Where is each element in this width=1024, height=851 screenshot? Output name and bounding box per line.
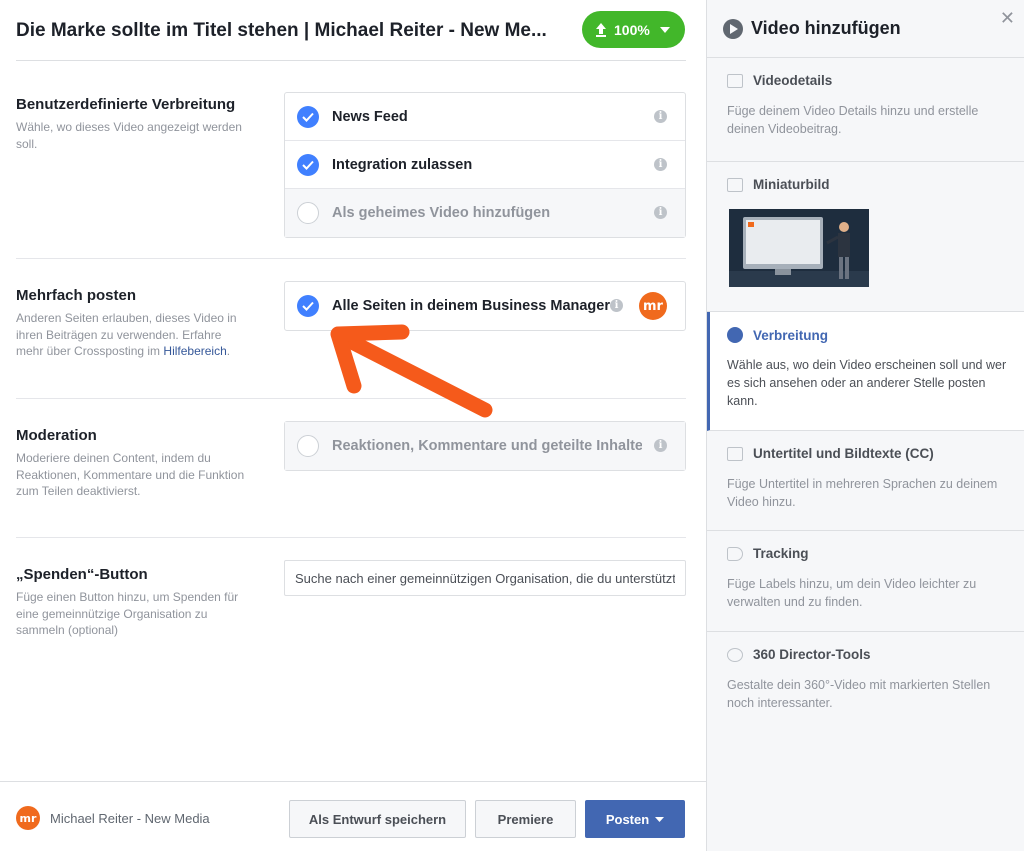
footer-bar: mr Michael Reiter - New Media Als Entwur…: [0, 781, 706, 851]
section-title: Moderation: [16, 427, 97, 444]
moderation-options: Reaktionen, Kommentare und geteilte Inha…: [284, 421, 686, 471]
closed-caption-icon: [727, 446, 743, 461]
step-head: Miniaturbild: [727, 177, 830, 192]
info-icon[interactable]: i: [610, 299, 623, 312]
info-icon[interactable]: i: [654, 110, 667, 123]
step-distribution[interactable]: Verbreitung Wähle aus, wo dein Video ers…: [707, 312, 1024, 431]
option-disable-reactions[interactable]: Reaktionen, Kommentare und geteilte Inha…: [285, 422, 685, 470]
globe-icon: [727, 647, 743, 662]
distribution-icon: [727, 327, 743, 343]
details-icon: [727, 73, 743, 88]
sidebar-header: Video hinzufügen ✕: [707, 0, 1024, 58]
annotation-arrow-icon: [330, 324, 493, 418]
step-head: Tracking: [727, 546, 809, 561]
option-news-feed[interactable]: News Feed i: [285, 93, 685, 141]
section-desc: Füge einen Button hinzu, um Spenden für …: [16, 590, 239, 637]
step-subtitles[interactable]: Untertitel und Bildtexte (CC) Füge Unter…: [707, 431, 1024, 531]
option-label: Alle Seiten in deinem Business Manager: [332, 298, 610, 314]
step-head: Verbreitung: [727, 327, 828, 343]
step-title: Verbreitung: [753, 327, 829, 343]
post-button[interactable]: Posten: [585, 800, 685, 838]
step-desc: Füge deinem Video Details hinzu und erst…: [727, 104, 979, 136]
step-head: 360 Director-Tools: [727, 647, 871, 662]
step-desc: Füge Labels hinzu, um dein Video leichte…: [727, 577, 977, 609]
upload-percent: 100%: [614, 21, 650, 38]
post-label: Posten: [605, 811, 650, 827]
page-avatar: mr: [16, 806, 40, 830]
main-panel: Die Marke sollte im Titel stehen | Micha…: [0, 0, 706, 851]
option-label: Reaktionen, Kommentare und geteilte Inha…: [332, 438, 642, 454]
section-donate: „Spenden“-Button Füge einen Button hinzu…: [16, 538, 686, 718]
step-thumbnail[interactable]: Miniaturbild: [707, 162, 1024, 312]
checkmark-icon[interactable]: [297, 105, 319, 128]
info-icon[interactable]: i: [654, 158, 667, 171]
tag-icon: [727, 546, 743, 561]
option-label: Integration zulassen: [332, 156, 473, 173]
step-title: 360 Director-Tools: [753, 647, 871, 662]
page-name: Michael Reiter - New Media: [50, 810, 210, 826]
caret-down-icon: [655, 816, 665, 822]
step-title: Tracking: [753, 546, 809, 561]
step-head: Untertitel und Bildtexte (CC): [727, 446, 934, 461]
title-row: Die Marke sollte im Titel stehen | Micha…: [16, 0, 686, 61]
section-title: Mehrfach posten: [16, 287, 137, 304]
upload-status-button[interactable]: 100%: [582, 11, 685, 48]
option-label: News Feed: [332, 108, 408, 125]
sidebar-title: Video hinzufügen: [751, 18, 901, 38]
checkmark-icon[interactable]: [297, 295, 319, 317]
section-title: „Spenden“-Button: [16, 566, 148, 583]
nonprofit-search-input[interactable]: [284, 560, 686, 596]
video-play-icon: [723, 19, 743, 39]
step-title: Miniaturbild: [753, 177, 830, 192]
thumbnail-image-icon: [729, 209, 869, 287]
step-title: Untertitel und Bildtexte (CC): [753, 446, 934, 461]
step-title: Videodetails: [753, 73, 833, 88]
step-desc: Wähle aus, wo dein Video erscheinen soll…: [727, 358, 1007, 408]
save-draft-button[interactable]: Als Entwurf speichern: [289, 800, 466, 838]
steps-sidebar: Video hinzufügen ✕ Videodetails Füge dei…: [706, 0, 1024, 851]
step-360-tools[interactable]: 360 Director-Tools Gestalte dein 360°-Vi…: [707, 632, 1024, 732]
option-secret-video[interactable]: Als geheimes Video hinzufügen i: [285, 189, 685, 237]
upload-icon: [596, 22, 606, 37]
section-label: Benutzerdefinierte Verbreitung Wähle, wo…: [16, 96, 251, 152]
section-distribution: Benutzerdefinierte Verbreitung Wähle, wo…: [16, 61, 686, 259]
footer-page-identity: mr Michael Reiter - New Media: [16, 806, 210, 830]
premiere-button[interactable]: Premiere: [475, 800, 576, 838]
unchecked-circle-icon[interactable]: [297, 435, 319, 457]
option-label: Als geheimes Video hinzufügen: [332, 205, 551, 221]
section-title: Benutzerdefinierte Verbreitung: [16, 96, 236, 113]
section-desc: Moderiere deinen Content, indem du Reakt…: [16, 451, 245, 498]
section-desc: Wähle, wo dieses Video angezeigt werden …: [16, 120, 242, 151]
step-desc: Gestalte dein 360°-Video mit markierten …: [727, 678, 991, 710]
section-label: „Spenden“-Button Füge einen Button hinzu…: [16, 566, 251, 639]
caret-down-icon: [659, 26, 670, 33]
step-head: Videodetails: [727, 73, 832, 88]
section-label: Mehrfach posten Anderen Seiten erlauben,…: [16, 287, 251, 360]
unchecked-circle-icon[interactable]: [297, 202, 319, 224]
info-icon[interactable]: i: [654, 206, 667, 219]
close-icon[interactable]: ✕: [1000, 8, 1015, 29]
section-desc: Anderen Seiten erlauben, dieses Video in…: [16, 311, 237, 358]
video-title[interactable]: Die Marke sollte im Titel stehen | Micha…: [16, 20, 571, 42]
step-tracking[interactable]: Tracking Füge Labels hinzu, um dein Vide…: [707, 531, 1024, 632]
video-thumbnail[interactable]: [729, 209, 869, 287]
section-label: Moderation Moderiere deinen Content, ind…: [16, 427, 251, 500]
help-center-link[interactable]: Hilfebereich: [163, 344, 226, 358]
step-video-details[interactable]: Videodetails Füge deinem Video Details h…: [707, 58, 1024, 162]
page-logo: mr: [639, 292, 667, 320]
image-icon: [727, 177, 743, 192]
distribution-options: News Feed i Integration zulassen i Als g…: [284, 92, 686, 238]
info-icon[interactable]: i: [654, 439, 667, 452]
checkmark-icon[interactable]: [297, 153, 319, 176]
option-allow-embedding[interactable]: Integration zulassen i: [285, 141, 685, 189]
step-desc: Füge Untertitel in mehreren Sprachen zu …: [727, 477, 998, 509]
